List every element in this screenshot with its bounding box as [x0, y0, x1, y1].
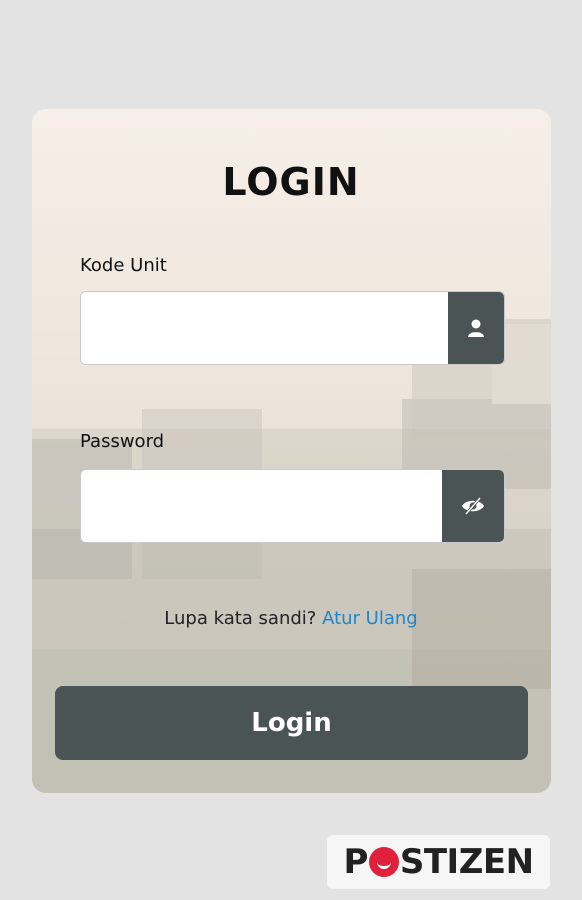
reset-password-link[interactable]: Atur Ulang: [322, 608, 418, 629]
logo-text-pre: P: [343, 842, 368, 882]
forgot-password-text: Lupa kata sandi?: [164, 608, 317, 629]
postizen-logo: P STIZEN: [327, 835, 550, 889]
password-label: Password: [80, 431, 165, 452]
password-group: [80, 469, 505, 543]
unit-code-input[interactable]: [81, 292, 448, 364]
password-input[interactable]: [81, 470, 442, 542]
page-title: LOGIN: [222, 160, 360, 204]
eye-slash-icon[interactable]: [442, 470, 504, 542]
logo-o-icon: [368, 847, 399, 877]
login-button[interactable]: Login: [55, 686, 528, 760]
unit-code-group: [80, 291, 505, 365]
user-icon: [448, 292, 504, 364]
logo-text-post: STIZEN: [399, 842, 534, 882]
unit-code-label: Kode Unit: [80, 255, 167, 276]
forgot-password-row: Lupa kata sandi? Atur Ulang: [0, 608, 582, 629]
